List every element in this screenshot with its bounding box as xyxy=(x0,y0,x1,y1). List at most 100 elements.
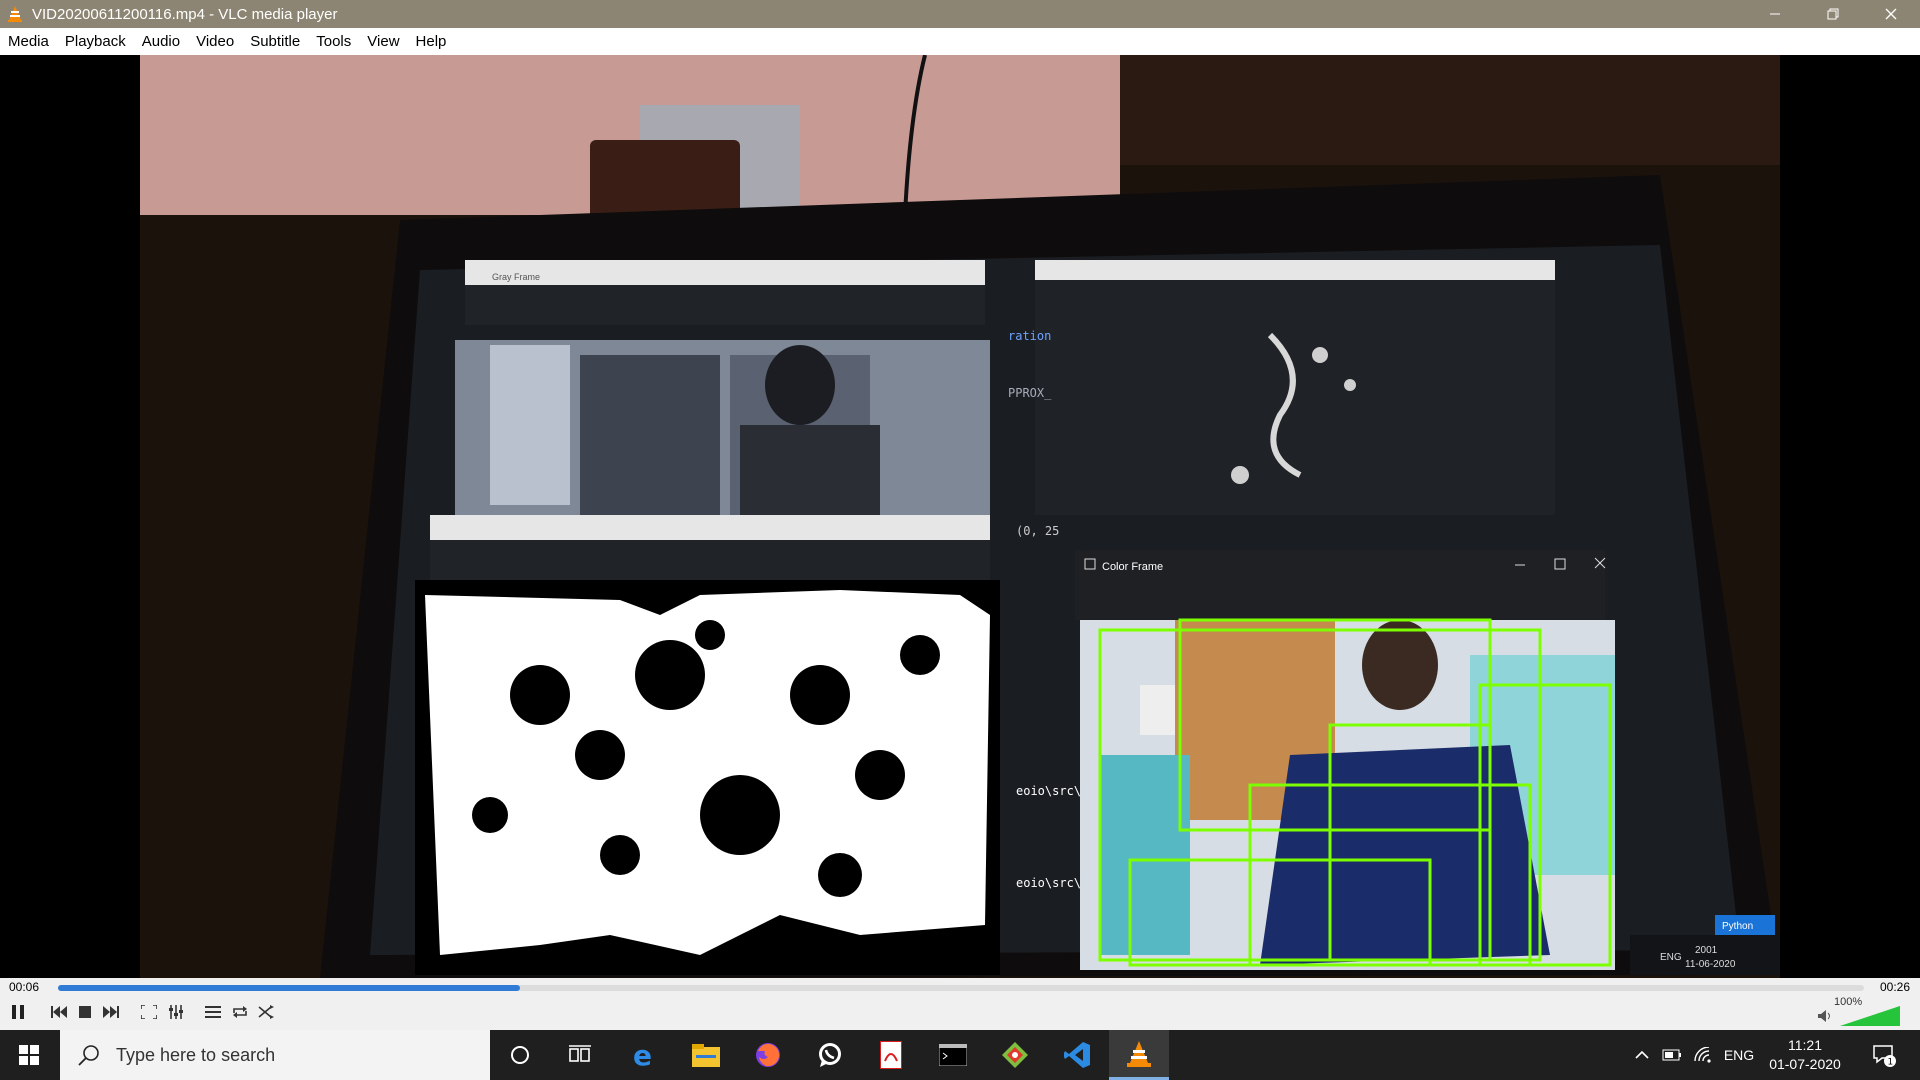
menu-tools[interactable]: Tools xyxy=(308,33,359,50)
fullscreen-icon xyxy=(141,1005,157,1019)
firefox-icon xyxy=(756,1043,780,1067)
window-title: VID20200611200116.mp4 - VLC media player xyxy=(32,5,338,23)
taskbar-app-terminal[interactable] xyxy=(923,1030,983,1080)
menu-view[interactable]: View xyxy=(359,33,407,50)
close-button[interactable] xyxy=(1862,0,1920,28)
notification-center-button[interactable]: 1 xyxy=(1864,1030,1904,1080)
color-frame-title: Color Frame xyxy=(1102,561,1163,573)
seek-progress xyxy=(58,985,521,991)
skip-forward-icon xyxy=(103,1006,119,1018)
screen-tray-time: 2001 xyxy=(1695,945,1718,956)
clock-date: 01-07-2020 xyxy=(1769,1056,1841,1072)
volume-slider[interactable] xyxy=(1840,1006,1900,1026)
fullscreen-button[interactable] xyxy=(137,1001,161,1023)
loop-button[interactable] xyxy=(228,1001,252,1023)
task-view-button[interactable] xyxy=(550,1030,610,1080)
code-fragment-2: PPROX_ xyxy=(1008,386,1052,400)
menu-bar: Media Playback Audio Video Subtitle Tool… xyxy=(0,28,1920,55)
total-time: 00:26 xyxy=(1880,980,1911,994)
minimize-icon xyxy=(1770,13,1780,15)
network-status[interactable] xyxy=(1690,1030,1718,1080)
stop-button[interactable] xyxy=(73,1001,97,1023)
menu-audio[interactable]: Audio xyxy=(134,33,188,50)
clock-time: 11:21 xyxy=(1788,1037,1822,1053)
elapsed-time: 00:06 xyxy=(9,980,40,994)
shuffle-button[interactable] xyxy=(254,1001,278,1023)
extended-settings-button[interactable] xyxy=(164,1001,188,1023)
minimize-button[interactable] xyxy=(1746,0,1804,28)
notification-icon: 1 xyxy=(1873,1045,1896,1068)
search-icon xyxy=(78,1045,99,1066)
battery-status[interactable] xyxy=(1658,1030,1686,1080)
menu-playback[interactable]: Playback xyxy=(57,33,134,50)
screen-python-badge: Python xyxy=(1722,921,1753,932)
player-controls: 00:06 00:26 100% xyxy=(0,978,1920,1030)
previous-button[interactable] xyxy=(47,1001,71,1023)
windows-logo-icon xyxy=(19,1045,39,1065)
shuffle-icon xyxy=(258,1005,274,1019)
menu-video[interactable]: Video xyxy=(188,33,242,50)
playlist-icon xyxy=(205,1006,221,1018)
taskbar: Type here to search e ENG 11:21 01-07-20… xyxy=(0,1030,1920,1080)
speaker-icon[interactable] xyxy=(1818,1010,1832,1022)
search-placeholder: Type here to search xyxy=(116,1044,276,1065)
folder-icon xyxy=(692,1044,720,1067)
restore-icon xyxy=(1827,8,1839,20)
code-fragment-3: (0, 25 xyxy=(1016,524,1059,538)
edge-icon: e xyxy=(633,1041,652,1069)
close-icon xyxy=(1885,8,1897,20)
pause-button[interactable] xyxy=(6,1001,30,1023)
taskbar-app-pdf-reader[interactable] xyxy=(861,1030,921,1080)
vlc-cone-icon xyxy=(8,6,22,22)
next-button[interactable] xyxy=(99,1001,123,1023)
svg-text:e: e xyxy=(633,1041,652,1069)
chevron-up-icon xyxy=(1635,1050,1649,1059)
stop-icon xyxy=(79,1006,91,1018)
taskbar-app-whatsapp[interactable] xyxy=(800,1030,860,1080)
screen-tray-lang: ENG xyxy=(1660,952,1682,963)
taskbar-app-vscode[interactable] xyxy=(1047,1030,1107,1080)
battery-icon xyxy=(1662,1049,1681,1061)
taskbar-clock[interactable]: 11:21 01-07-2020 xyxy=(1760,1036,1850,1074)
vscode-icon xyxy=(1064,1042,1090,1068)
playlist-button[interactable] xyxy=(201,1001,225,1023)
taskbar-app-git[interactable] xyxy=(985,1030,1045,1080)
loop-icon xyxy=(233,1006,247,1018)
menu-subtitle[interactable]: Subtitle xyxy=(242,33,308,50)
vlc-cone-icon xyxy=(1127,1040,1151,1067)
taskbar-app-file-explorer[interactable] xyxy=(676,1030,736,1080)
color-frame-window: Color Frame xyxy=(1075,550,1615,970)
pause-icon xyxy=(12,1005,24,1019)
video-frame: Gray Frame ration PPROX_ (0, 25 eoio\src… xyxy=(140,55,1780,978)
title-bar: VID20200611200116.mp4 - VLC media player xyxy=(0,0,1920,28)
video-area[interactable]: Gray Frame ration PPROX_ (0, 25 eoio\src… xyxy=(0,55,1920,978)
menu-help[interactable]: Help xyxy=(408,33,455,50)
code-fragment-1: ration xyxy=(1008,329,1051,343)
equalizer-icon xyxy=(169,1005,183,1019)
git-icon xyxy=(1002,1042,1028,1068)
seek-bar[interactable] xyxy=(58,985,1864,991)
gray-frame-title: Gray Frame xyxy=(492,272,540,282)
terminal-icon xyxy=(939,1044,967,1066)
taskbar-app-firefox[interactable] xyxy=(738,1030,798,1080)
taskbar-search-box[interactable]: Type here to search xyxy=(60,1030,490,1080)
start-button[interactable] xyxy=(0,1030,58,1080)
wifi-icon xyxy=(1694,1047,1711,1063)
screen-tray-date: 11-06-2020 xyxy=(1685,959,1736,970)
threshold-frame-window xyxy=(415,515,1000,975)
input-language[interactable]: ENG xyxy=(1722,1030,1756,1080)
pdf-icon xyxy=(880,1041,902,1069)
menu-media[interactable]: Media xyxy=(0,33,57,50)
cortana-circle-icon xyxy=(511,1046,529,1064)
taskbar-app-edge[interactable]: e xyxy=(614,1030,674,1080)
tray-overflow-button[interactable] xyxy=(1630,1030,1654,1080)
taskbar-app-vlc[interactable] xyxy=(1109,1030,1169,1080)
difference-frame-window xyxy=(1035,260,1555,515)
notification-count: 1 xyxy=(1888,1058,1894,1068)
task-view-icon xyxy=(569,1045,591,1062)
restore-button[interactable] xyxy=(1804,0,1862,28)
gray-frame-window: Gray Frame xyxy=(455,260,990,530)
whatsapp-icon xyxy=(819,1043,841,1067)
skip-back-icon xyxy=(51,1006,67,1018)
cortana-button[interactable] xyxy=(490,1030,550,1080)
